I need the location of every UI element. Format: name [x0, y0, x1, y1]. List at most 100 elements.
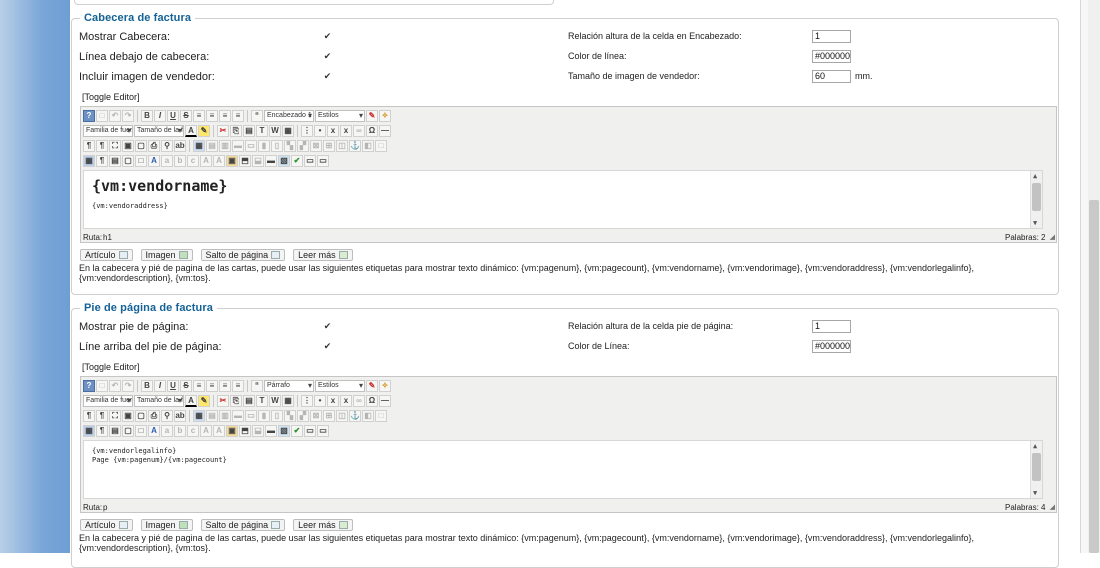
header-edit-area[interactable]: {vm:vendorname} {vm:vendoraddress} ▲ ▼: [83, 170, 1043, 229]
paste-word-icon[interactable]: W: [269, 125, 281, 137]
template-icon[interactable]: ▢: [135, 410, 147, 422]
table-icon[interactable]: ▦: [193, 140, 205, 152]
scroll-down-arrow-icon[interactable]: ▼: [1033, 489, 1037, 497]
cell-props-icon[interactable]: ▥: [219, 410, 231, 422]
strike-icon[interactable]: S: [180, 110, 192, 122]
move-forward-icon[interactable]: ⬒: [239, 155, 251, 167]
anchor-icon[interactable]: ⚓: [349, 140, 361, 152]
table-delete-icon[interactable]: ⊠: [310, 140, 322, 152]
image-icon[interactable]: ▧: [278, 155, 290, 167]
text-color-icon[interactable]: A: [185, 395, 197, 407]
text-color-icon[interactable]: A: [185, 125, 197, 137]
line-above-footer-checkbox[interactable]: ✔: [323, 342, 332, 351]
styles-select[interactable]: Estilos: [315, 110, 365, 122]
align-left-icon[interactable]: ≡: [193, 380, 205, 392]
include-vendor-image-checkbox[interactable]: ✔: [323, 72, 332, 81]
header-line-color-input[interactable]: #000000: [812, 50, 851, 63]
blank-icon[interactable]: □: [375, 410, 387, 422]
resize-handle-icon[interactable]: ◢: [1050, 503, 1055, 511]
rtl-icon[interactable]: ¶: [96, 410, 108, 422]
ltr-icon[interactable]: ¶: [83, 140, 95, 152]
acronym-icon[interactable]: b: [174, 155, 186, 167]
redo-icon[interactable]: ↷: [122, 110, 134, 122]
highlight-icon[interactable]: ✎: [198, 395, 210, 407]
spacer-icon[interactable]: ◧: [362, 140, 374, 152]
merge-cells-icon[interactable]: ▞: [297, 140, 309, 152]
cite-icon[interactable]: c: [187, 425, 199, 437]
template-icon[interactable]: ▢: [135, 140, 147, 152]
template-insert-icon[interactable]: ▢: [122, 155, 134, 167]
acronym-icon[interactable]: b: [174, 425, 186, 437]
resize-handle-icon[interactable]: ◢: [1050, 233, 1055, 241]
fullscreen-icon[interactable]: ⛶: [109, 410, 121, 422]
footer-cell-height-input[interactable]: 1: [812, 320, 851, 333]
format-select[interactable]: Párrafo: [264, 380, 314, 392]
image-button[interactable]: Imagen: [140, 249, 193, 261]
paste-text-icon[interactable]: T: [256, 125, 268, 137]
fullscreen-icon[interactable]: ⛶: [109, 140, 121, 152]
print-icon[interactable]: ⎙: [148, 410, 160, 422]
bullet-list-icon[interactable]: •: [314, 395, 326, 407]
format-select[interactable]: Encabezado 1: [264, 110, 314, 122]
move-backward-icon[interactable]: ⬓: [252, 155, 264, 167]
toggle-editor-link[interactable]: [Toggle Editor]: [82, 92, 140, 102]
scroll-down-arrow-icon[interactable]: ▼: [1033, 219, 1037, 227]
insert-layer-icon[interactable]: ▣: [226, 425, 238, 437]
undo-icon[interactable]: ↶: [109, 380, 121, 392]
header-editor-scrollbar[interactable]: ▲ ▼: [1030, 171, 1042, 228]
blank-icon[interactable]: □: [375, 140, 387, 152]
pagebreak-button[interactable]: Salto de página: [200, 519, 286, 531]
visual-chars-icon[interactable]: ▦: [83, 425, 95, 437]
delete-row-icon[interactable]: ▭: [245, 410, 257, 422]
split-cells-icon[interactable]: ▚: [284, 410, 296, 422]
link-icon[interactable]: ∞: [353, 395, 365, 407]
new-doc-icon[interactable]: □: [96, 380, 108, 392]
underline-icon[interactable]: U: [167, 110, 179, 122]
ltr-icon[interactable]: ¶: [83, 410, 95, 422]
print-icon[interactable]: ⎙: [148, 140, 160, 152]
visual-aid-icon[interactable]: ◫: [336, 140, 348, 152]
merge-cells-icon[interactable]: ▞: [297, 410, 309, 422]
media-icon[interactable]: ▬: [265, 425, 277, 437]
attribs-icon[interactable]: A: [200, 425, 212, 437]
insert-row-icon[interactable]: ▬: [232, 140, 244, 152]
footer-line-color-input[interactable]: #000000: [812, 340, 851, 353]
visual-chars-icon[interactable]: ▦: [83, 155, 95, 167]
help-icon[interactable]: ?: [83, 380, 95, 392]
underline-icon[interactable]: U: [167, 380, 179, 392]
font-size-select[interactable]: Tamaño de la f: [134, 395, 184, 407]
del-icon[interactable]: A: [213, 155, 225, 167]
preview-icon[interactable]: ▣: [122, 410, 134, 422]
subscript-icon[interactable]: x: [327, 125, 339, 137]
font-size-select[interactable]: Tamaño de la f: [134, 125, 184, 137]
insert-col-icon[interactable]: ▮: [258, 410, 270, 422]
copy-icon[interactable]: ⎘: [230, 395, 242, 407]
quote-icon[interactable]: “: [251, 380, 263, 392]
align-right-icon[interactable]: ≡: [219, 110, 231, 122]
delete-col-icon[interactable]: ▯: [271, 410, 283, 422]
table-insert-icon[interactable]: ⊞: [323, 140, 335, 152]
insert-row-icon[interactable]: ▬: [232, 410, 244, 422]
align-left-icon[interactable]: ≡: [193, 110, 205, 122]
media-icon[interactable]: ▬: [265, 155, 277, 167]
new-doc-icon[interactable]: □: [96, 110, 108, 122]
template-insert-icon[interactable]: ▢: [122, 425, 134, 437]
italic-icon[interactable]: I: [154, 110, 166, 122]
quote-icon[interactable]: “: [251, 110, 263, 122]
bullet-list-icon[interactable]: •: [314, 125, 326, 137]
move-forward-icon[interactable]: ⬒: [239, 425, 251, 437]
footer-toggle-editor-link[interactable]: [Toggle Editor]: [82, 362, 140, 372]
scroll-up-arrow-icon[interactable]: ▲: [1033, 172, 1037, 180]
scroll-up-arrow-icon[interactable]: ▲: [1033, 442, 1037, 450]
readmore-button[interactable]: Leer más: [293, 249, 353, 261]
spellcheck-icon[interactable]: ✔: [291, 425, 303, 437]
replace-icon[interactable]: ab: [174, 410, 186, 422]
readmore-button[interactable]: Leer más: [293, 519, 353, 531]
box-icon[interactable]: □: [135, 155, 147, 167]
delete-col-icon[interactable]: ▯: [271, 140, 283, 152]
row-props-icon[interactable]: ▤: [206, 140, 218, 152]
split-cells-icon[interactable]: ▚: [284, 140, 296, 152]
style-props-icon[interactable]: A: [148, 425, 160, 437]
redo-icon[interactable]: ↷: [122, 380, 134, 392]
cut-icon[interactable]: ✂: [217, 125, 229, 137]
